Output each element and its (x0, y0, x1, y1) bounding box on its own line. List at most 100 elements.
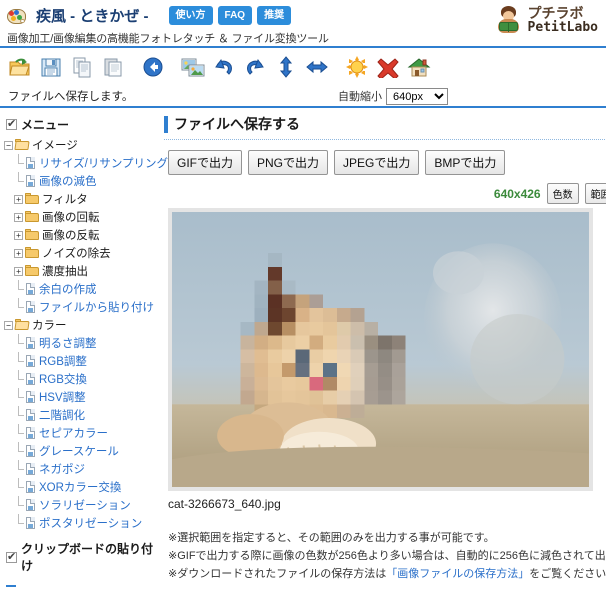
save-method-link[interactable]: 「画像ファイルの保存方法」 (386, 568, 529, 580)
sidebar-item-label: HSV調整 (39, 392, 86, 404)
sidebar-item-rotate[interactable]: + 画像の回転 (4, 208, 158, 226)
sidebar-item-xor-color[interactable]: XORカラー交換 (4, 478, 158, 496)
sidebar-item-label: 明るさ調整 (39, 338, 97, 350)
brand-logo-text: プチラボ PetitLabo (528, 6, 598, 34)
expand-toggle-icon[interactable]: + (14, 248, 23, 258)
sidebar-group-label: イメージ (32, 140, 78, 152)
sidebar-item-hsv-adjust[interactable]: HSV調整 (4, 388, 158, 406)
cat-photo (172, 212, 589, 487)
howto-button[interactable]: 使い方 (168, 6, 213, 25)
image-filename: cat-3266673_640.jpg (168, 497, 281, 511)
sidebar-item-label: 二階調化 (39, 410, 85, 422)
recommended-button[interactable]: 推奨 (257, 6, 292, 25)
sidebar-item-flip[interactable]: + 画像の反転 (4, 226, 158, 244)
clear-selection-button[interactable]: 範囲選択の解除 (584, 183, 606, 204)
color-count-button[interactable]: 色数 (546, 183, 579, 204)
sidebar-group-label: カラー (32, 320, 67, 332)
site-title-sub: - ときかぜ - (66, 8, 149, 25)
sidebar-clipboard-paste[interactable]: クリップボードの貼り付け (6, 540, 158, 574)
sidebar-item-sepia[interactable]: セピアカラー (4, 424, 158, 442)
folder-open-icon (14, 319, 30, 331)
sidebar-item-label: リサイズ/リサンプリング (39, 158, 169, 170)
sidebar-item-resize[interactable]: リサイズ/リサンプリング (4, 154, 168, 172)
sidebar-item-brightness[interactable]: 明るさ調整 (4, 334, 158, 352)
sidebar-item-filter[interactable]: + フィルタ (4, 190, 158, 208)
brightness-sun-icon[interactable] (343, 53, 371, 81)
sidebar-item-label: フィルタ (42, 194, 88, 206)
sidebar-item-posterization[interactable]: ポスタリゼーション (4, 514, 158, 532)
sidebar-item-density[interactable]: + 濃度抽出 (4, 262, 158, 280)
site-title: 疾風 - ときかぜ - (36, 5, 149, 26)
sidebar-item-rgb-adjust[interactable]: RGB調整 (4, 352, 158, 370)
undo-back-icon[interactable] (139, 53, 167, 81)
page-icon (25, 156, 37, 170)
rotate-right-icon[interactable] (241, 53, 269, 81)
page-icon (25, 282, 37, 296)
content-area: ファイルへ保存する GIFで出力 PNGで出力 JPEGで出力 BMPで出力 6… (158, 108, 606, 596)
sidebar-item-label: 余白の作成 (39, 284, 97, 296)
sidebar-item-noise[interactable]: + ノイズの除去 (4, 244, 158, 262)
export-jpeg-button[interactable]: JPEGで出力 (334, 150, 420, 175)
paste-icon[interactable] (99, 53, 127, 81)
sidebar-item-label: ソラリゼーション (39, 500, 131, 512)
folder-icon (25, 211, 40, 223)
sidebar-item-label: セピアカラー (39, 428, 108, 440)
toolbar (0, 48, 606, 86)
sidebar-item-grayscale[interactable]: グレースケール (4, 442, 158, 460)
sidebar-item-rgb-swap[interactable]: RGB交換 (4, 370, 158, 388)
sidebar-item-paste-from-file[interactable]: ファイルから貼り付け (4, 298, 158, 316)
home-icon[interactable] (405, 53, 433, 81)
open-file-icon[interactable] (6, 53, 34, 81)
auto-shrink-label: 自動縮小 (338, 91, 382, 103)
page-icon (25, 444, 37, 458)
page-icon (25, 426, 37, 440)
menu-check-icon (6, 117, 17, 130)
auto-shrink-select[interactable]: 640px (386, 87, 448, 105)
faq-button[interactable]: FAQ (217, 6, 253, 25)
copy-icon[interactable] (68, 53, 96, 81)
brand-logo-en: PetitLabo (527, 19, 598, 35)
rotate-left-icon[interactable] (210, 53, 238, 81)
page-icon (25, 336, 37, 350)
sidebar-group-image[interactable]: − イメージ (4, 136, 158, 154)
note-3-prefix: ※ダウンロードされたファイルの保存方法は (168, 568, 387, 581)
folder-icon (25, 229, 40, 241)
save-file-icon[interactable] (37, 53, 65, 81)
expand-toggle-icon[interactable]: + (14, 230, 23, 240)
sidebar-item-binarize[interactable]: 二階調化 (4, 406, 158, 424)
sidebar-item-solarization[interactable]: ソラリゼーション (4, 496, 158, 514)
export-png-button[interactable]: PNGで出力 (248, 150, 329, 175)
sidebar: メニュー − イメージ リサイズ/リサンプリング 画像の減色 + フィルタ + (0, 108, 168, 596)
sidebar-item-label: 濃度抽出 (42, 266, 88, 278)
sidebar-item-margin[interactable]: 余白の作成 (4, 280, 158, 298)
sidebar-item-negative[interactable]: ネガポジ (4, 460, 158, 478)
status-text: ファイルへ保存します。 (8, 91, 134, 103)
export-button-row: GIFで出力 PNGで出力 JPEGで出力 BMPで出力 (164, 150, 606, 175)
sidebar-item-reduce-colors[interactable]: 画像の減色 (4, 172, 158, 190)
delete-x-icon[interactable] (374, 53, 402, 81)
sidebar-item-label: 画像の減色 (39, 176, 97, 188)
expand-toggle-icon[interactable]: + (14, 194, 23, 204)
flip-vertical-icon[interactable] (272, 53, 300, 81)
collapse-toggle-icon[interactable]: − (4, 320, 13, 330)
folder-icon (25, 247, 40, 259)
sidebar-group-color[interactable]: − カラー (4, 316, 158, 334)
header-buttons: 使い方 FAQ 推奨 (168, 6, 292, 25)
sidebar-item-label: 画像の回転 (42, 212, 100, 224)
clipboard-paste-label: クリップボードの貼り付け (21, 542, 154, 573)
flip-horizontal-icon[interactable] (303, 53, 331, 81)
brand-logo[interactable]: プチラボ PetitLabo (494, 4, 598, 36)
note-3: ※ダウンロードされたファイルの保存方法は「画像ファイルの保存方法」をご覧ください… (168, 565, 606, 583)
image-preview-frame[interactable] (168, 208, 593, 491)
sidebar-item-label: ネガポジ (39, 464, 85, 476)
image-icon[interactable] (179, 53, 207, 81)
reading-child-icon (494, 4, 524, 36)
expand-toggle-icon[interactable]: + (14, 266, 23, 276)
notes-block: ※選択範囲を指定すると、その範囲のみを出力する事が可能です。 ※GIFで出力する… (168, 529, 606, 583)
export-gif-button[interactable]: GIFで出力 (168, 150, 242, 175)
export-bmp-button[interactable]: BMPで出力 (425, 150, 506, 175)
sidebar-item-label: ポスタリゼーション (39, 518, 143, 530)
expand-toggle-icon[interactable]: + (14, 212, 23, 222)
collapse-toggle-icon[interactable]: − (4, 140, 13, 150)
image-info-row: 640x426 色数 範囲選択の解除 (164, 183, 606, 204)
